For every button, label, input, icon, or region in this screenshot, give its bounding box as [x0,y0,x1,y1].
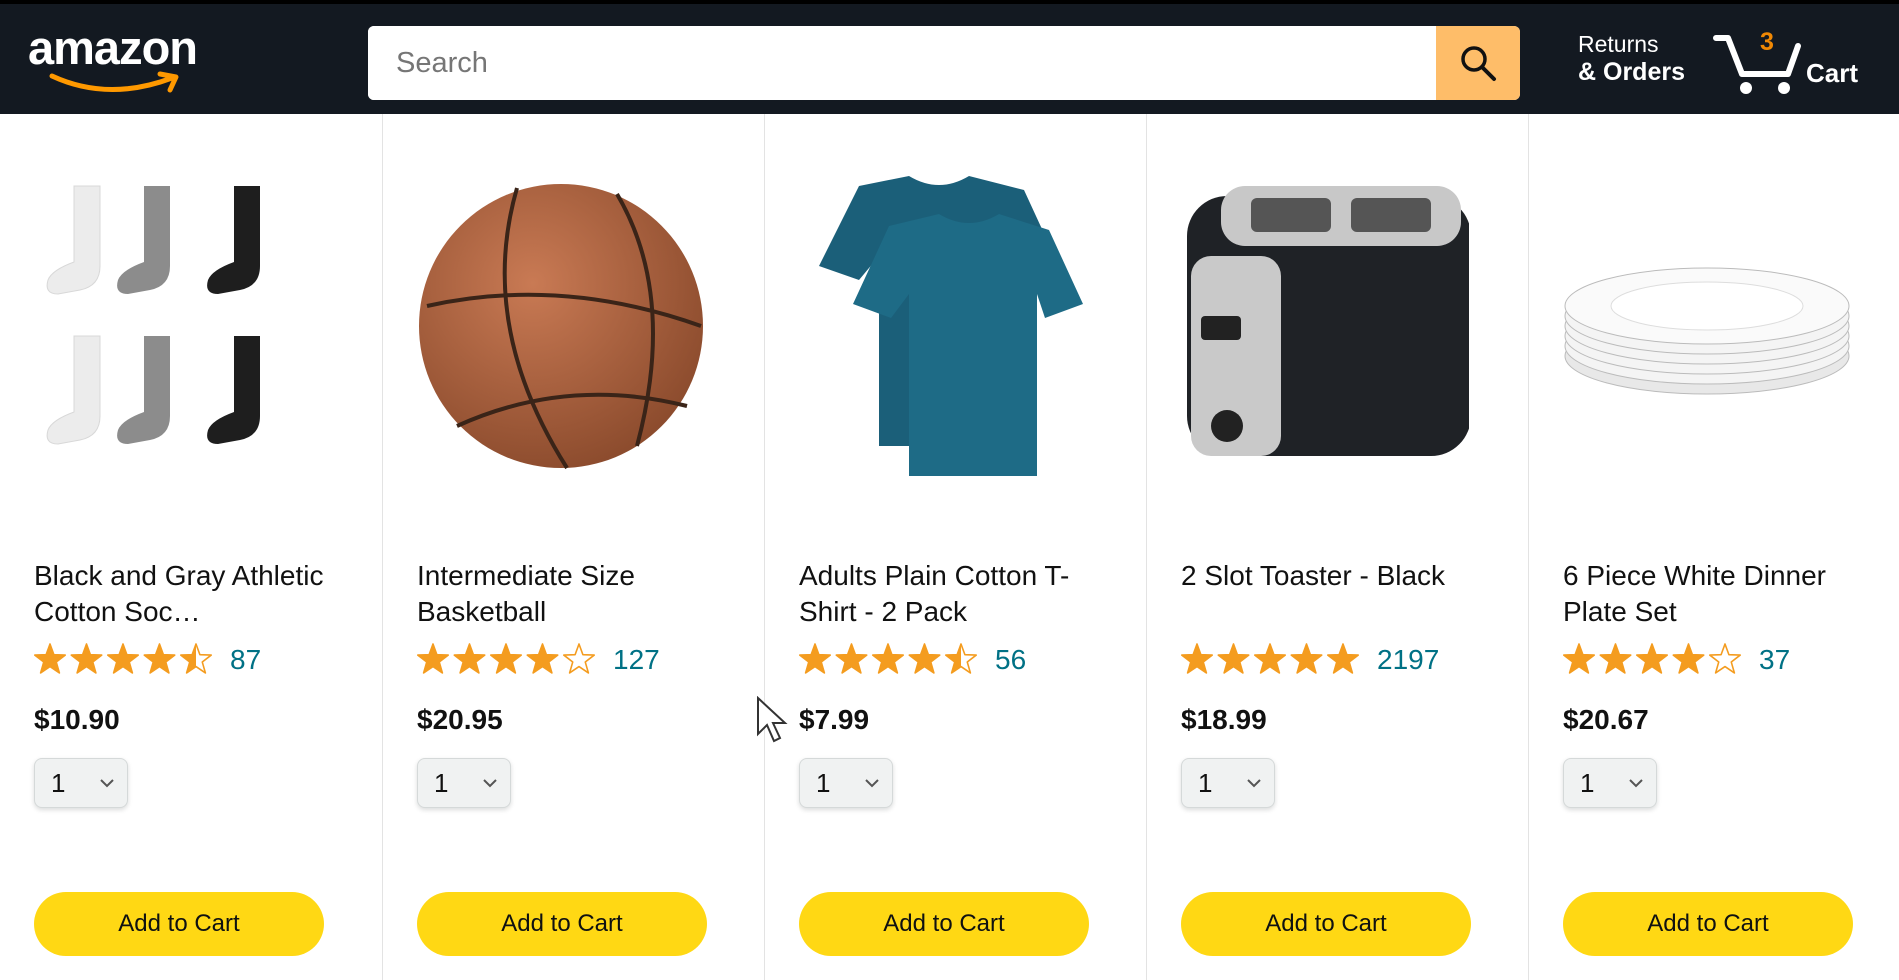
star [489,643,523,674]
star [1253,643,1287,674]
amazon-logo[interactable]: amazon [28,20,218,100]
quantity-value: 1 [51,768,66,798]
cart-count: 3 [1760,28,1774,56]
star [526,643,559,674]
star [1635,643,1669,674]
product-name[interactable]: Black and Gray Athletic Cotton Soc… [34,558,344,630]
quantity-select[interactable]: 1 [1563,758,1657,808]
star [1290,643,1323,674]
chevron-down-icon [1247,779,1261,788]
star [1708,643,1742,674]
quantity-value: 1 [434,768,449,798]
star [1217,643,1250,674]
rating-count-link[interactable]: 2197 [1377,644,1439,676]
chevron-down-icon [865,779,879,788]
quantity-value: 1 [816,768,831,798]
star [908,643,941,674]
search-icon [1461,46,1496,81]
quantity-value: 1 [1580,768,1595,798]
plates-image [1564,267,1850,395]
cart-link[interactable]: 3 Cart [1712,24,1892,104]
product-price: $7.99 [799,704,870,735]
star [835,643,868,674]
search-bar [368,26,1520,100]
returns-orders-link[interactable]: Returns & Orders [1578,31,1685,87]
star-rating-icon [1181,643,1360,674]
rating-count-link[interactable]: 127 [613,644,660,676]
star [1563,643,1596,674]
product-price: $18.99 [1181,704,1267,735]
search-input[interactable] [368,26,1436,100]
add-to-cart-button[interactable]: Add to Cart [34,892,324,956]
product-name[interactable]: 6 Piece White Dinner Plate Set [1563,558,1873,630]
star-rating-icon [34,643,213,674]
toaster-image [1187,186,1469,456]
product-card: 6 Piece White Dinner Plate Set 37 $20.67… [1528,114,1899,980]
cart-label: Cart [1806,58,1859,88]
socks-image [46,185,260,445]
star-rating-icon [417,643,596,674]
add-to-cart-button[interactable]: Add to Cart [1181,892,1471,956]
star [1599,643,1632,674]
quantity-select[interactable]: 1 [1181,758,1275,808]
product-name[interactable]: Adults Plain Cotton T-Shirt - 2 Pack [799,558,1109,630]
product-card: Black and Gray Athletic Cotton Soc… 87 $… [0,114,382,980]
chevron-down-icon [100,779,114,788]
star-rating-icon [1563,643,1742,674]
quantity-select[interactable]: 1 [799,758,893,808]
product-price: $10.90 [34,704,120,735]
product-card: Adults Plain Cotton T-Shirt - 2 Pack 56 … [764,114,1146,980]
orders-label: & Orders [1578,58,1685,87]
star [871,643,905,674]
tshirt-image [819,176,1083,476]
product-card: Intermediate Size Basketball 127 $20.95 … [382,114,764,980]
star [1672,643,1705,674]
product-card: 2 Slot Toaster - Black 2197 $18.99 1 Add… [1146,114,1528,980]
basketball-image [419,184,703,470]
rating-count-link[interactable]: 37 [1759,644,1790,676]
search-button[interactable] [1436,26,1520,100]
product-grid: Black and Gray Athletic Cotton Soc… 87 $… [0,114,1899,980]
star [1181,643,1214,674]
rating-count-link[interactable]: 56 [995,644,1026,676]
quantity-value: 1 [1198,768,1213,798]
product-price: $20.95 [417,704,503,735]
returns-label: Returns [1578,31,1659,57]
quantity-select[interactable]: 1 [34,758,128,808]
star [453,643,486,674]
star [179,643,213,674]
star [143,643,176,674]
star [944,643,978,674]
star [417,643,450,674]
star [562,643,596,674]
product-name[interactable]: 2 Slot Toaster - Black [1181,558,1491,630]
star [1326,643,1360,674]
product-name[interactable]: Intermediate Size Basketball [417,558,727,630]
star [70,643,103,674]
chevron-down-icon [483,779,497,788]
product-price: $20.67 [1563,704,1649,735]
star-rating-icon [799,643,978,674]
add-to-cart-button[interactable]: Add to Cart [417,892,707,956]
top-nav-bar: amazon Returns & Orders 3 Cart [0,0,1899,114]
mouse-pointer-icon [757,696,788,743]
cart-icon [1713,35,1801,94]
rating-count-link[interactable]: 87 [230,644,261,676]
add-to-cart-button[interactable]: Add to Cart [799,892,1089,956]
quantity-select[interactable]: 1 [417,758,511,808]
star [34,643,67,674]
add-to-cart-button[interactable]: Add to Cart [1563,892,1853,956]
chevron-down-icon [1629,779,1643,788]
logo-smile-icon [49,71,179,93]
star [106,643,140,674]
logo-text: amazon [28,21,198,74]
star [799,643,832,674]
